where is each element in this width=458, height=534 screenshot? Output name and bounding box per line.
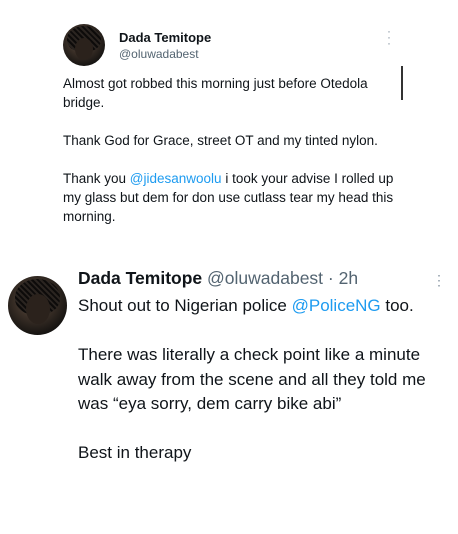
avatar-face [75,38,93,60]
reply-text: Shout out to Nigerian police @PoliceNG t… [78,294,454,466]
author-name[interactable]: Dada Temitope [78,268,202,288]
avatar[interactable] [8,276,67,335]
tweet-line-2: Thank God for Grace, street OT and my ti… [63,133,378,148]
tweet-line-1: Almost got robbed this morning just befo… [63,76,368,110]
more-options-icon[interactable]: ⋮ [432,272,446,289]
more-options-icon[interactable]: · · · [382,25,396,49]
mention-link[interactable]: @jidesanwoolu [130,171,222,186]
reply-tweet[interactable]: Dada Temitope @oluwadabest · 2h ⋮ Shout … [0,262,458,534]
reply-para-1-suffix: too. [380,296,414,315]
avatar[interactable] [63,24,105,66]
reply-header: Dada Temitope @oluwadabest · 2h [78,268,358,289]
author-name[interactable]: Dada Temitope [119,30,211,45]
avatar-face [26,294,50,324]
separator-dot: · [323,268,339,288]
reply-para-1-prefix: Shout out to Nigerian police [78,296,292,315]
reply-para-2: There was literally a check point like a… [78,345,426,413]
quoted-tweet-card[interactable]: Dada Temitope @oluwadabest · · · Almost go… [50,8,410,264]
timestamp[interactable]: 2h [339,268,358,288]
mention-link[interactable]: @PoliceNG [292,296,381,315]
tweet-text: Almost got robbed this morning just befo… [63,74,408,226]
author-handle[interactable]: @oluwadabest [207,268,323,288]
tweet-line-3-prefix: Thank you [63,171,130,186]
author-handle[interactable]: @oluwadabest [119,47,199,61]
reply-para-3: Best in therapy [78,443,192,462]
